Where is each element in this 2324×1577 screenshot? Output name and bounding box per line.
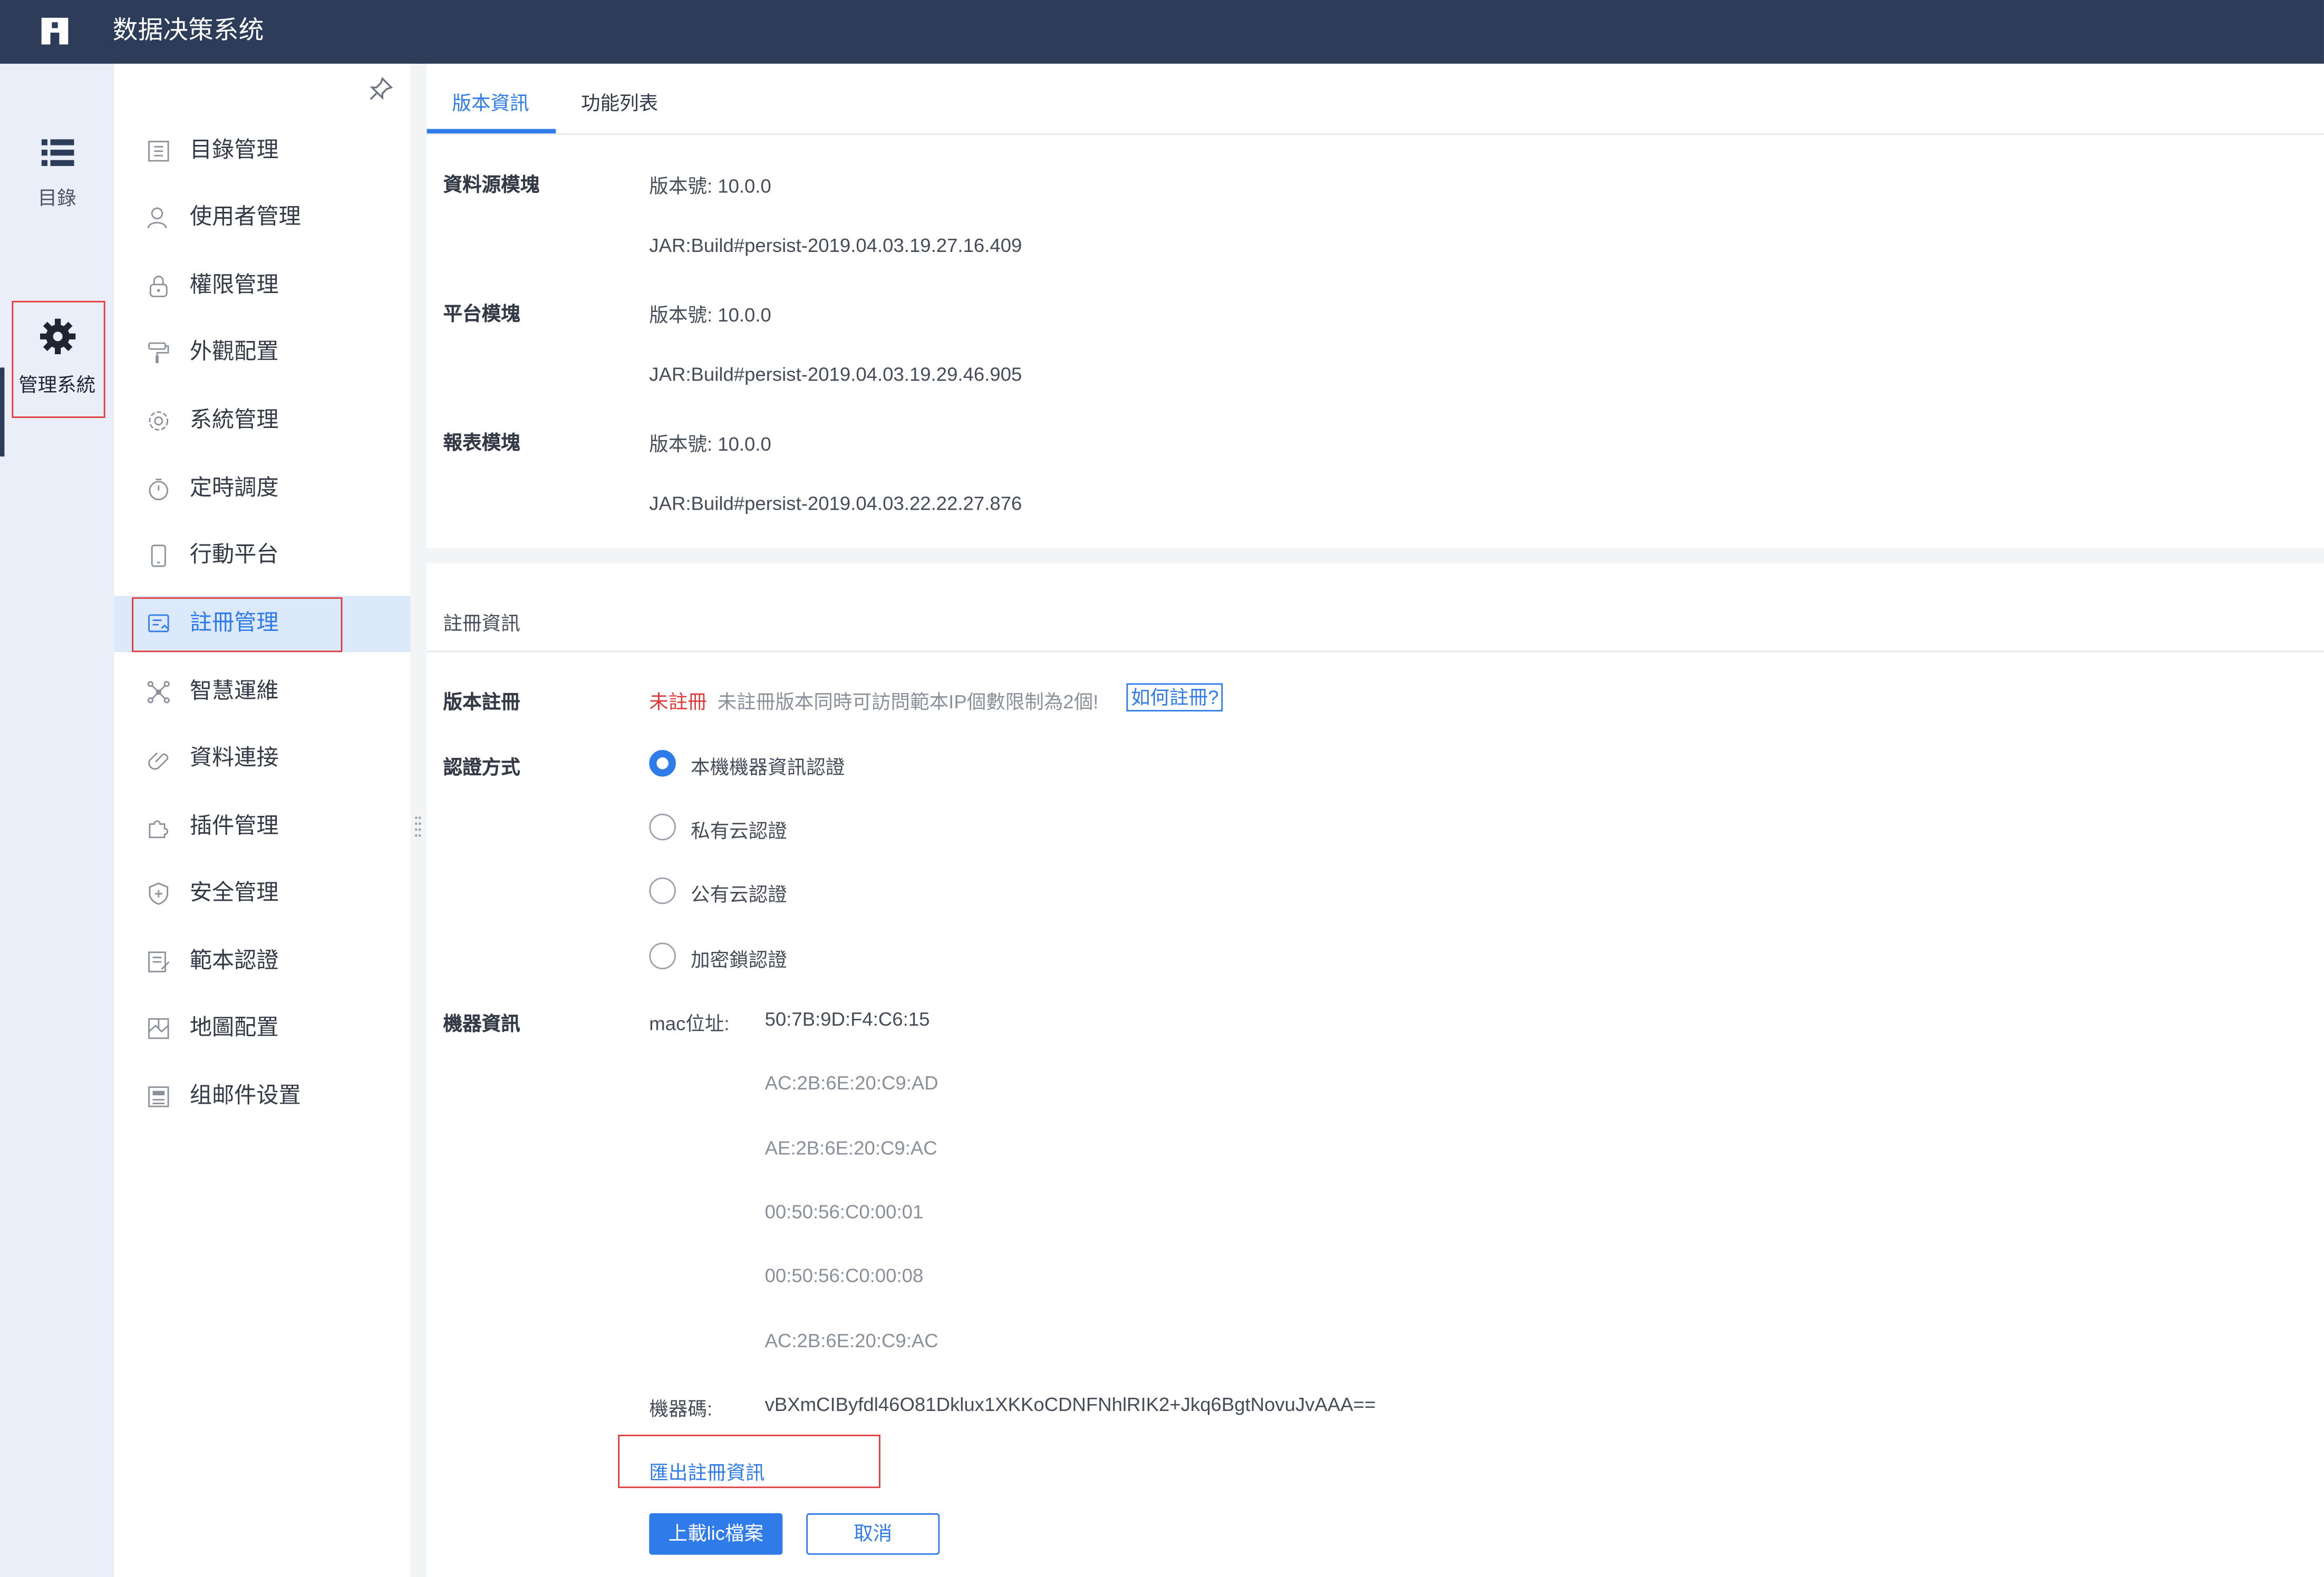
- radio-public-cloud-auth[interactable]: [649, 877, 676, 904]
- sidebar-item-security[interactable]: 安全管理: [114, 865, 410, 922]
- mac-address: 50:7B:9D:F4:C6:15: [764, 1008, 930, 1030]
- radio-label: 本機機器資訊認證: [691, 756, 845, 778]
- version-registration-label: 版本註冊: [443, 690, 520, 713]
- sidebar-item-label: 定時調度: [189, 475, 279, 501]
- timer-icon: [149, 479, 169, 501]
- sidebar-item-label: 權限管理: [189, 272, 279, 298]
- module-version: 版本號: 10.0.0: [649, 433, 771, 455]
- how-to-register-link[interactable]: 如何註冊?: [1126, 683, 1223, 712]
- machine-code-key: 機器碼:: [649, 1397, 713, 1420]
- radio-label: 公有云認證: [691, 883, 787, 906]
- top-bar: 数据决策系统: [0, 0, 2324, 64]
- tab-version-info[interactable]: 版本資訊: [452, 87, 529, 115]
- template-icon: [148, 951, 170, 972]
- machine-info-label: 機器資訊: [443, 1012, 520, 1035]
- icon-rail: 目錄 管理系統: [0, 63, 114, 1577]
- cancel-button[interactable]: 取消: [806, 1513, 940, 1555]
- section-divider: [427, 548, 2324, 563]
- sidebar-item-catalog[interactable]: 目錄管理: [114, 123, 410, 179]
- mail-group-icon: [148, 1086, 169, 1107]
- radio-dongle-auth[interactable]: [649, 942, 676, 970]
- sidebar-item-label: 安全管理: [189, 880, 279, 906]
- main-content: 版本資訊 功能列表 資料源模塊 版本號: 10.0.0 JAR:Build#pe…: [427, 63, 2324, 1577]
- network-icon: [147, 681, 170, 704]
- app-window: 数据决策系统 目錄 管理系統 目錄管理 使用者管理 權限管理 外觀配置 系統管理…: [0, 0, 2324, 1577]
- sidebar-item-label: 行動平台: [189, 542, 279, 568]
- sidebar-item-label: 使用者管理: [189, 205, 301, 230]
- module-version: 版本號: 10.0.0: [649, 304, 771, 326]
- sidebar-item-label: 外觀配置: [189, 339, 279, 365]
- sidebar-item-label: 组邮件设置: [189, 1083, 301, 1109]
- mac-address: 00:50:56:C0:00:08: [764, 1264, 924, 1287]
- catalog-icon: [148, 141, 169, 162]
- module-jar: JAR:Build#persist-2019.04.03.19.29.46.90…: [649, 363, 1022, 386]
- mac-address: 00:50:56:C0:00:01: [764, 1200, 924, 1223]
- highlight-box-admin: [12, 300, 105, 418]
- active-tab-indicator: [427, 129, 556, 134]
- sidebar-item-label: 插件管理: [189, 813, 279, 839]
- sidebar-item-appearance[interactable]: 外觀配置: [114, 325, 410, 381]
- settings-icon: [149, 411, 169, 431]
- tab-feature-list[interactable]: 功能列表: [581, 87, 658, 115]
- plugin-icon: [149, 820, 168, 839]
- app-title: 数据决策系统: [112, 16, 264, 45]
- registration-section-title: 註冊資訊: [443, 612, 520, 635]
- sidebar-item-label: 地圖配置: [189, 1015, 279, 1041]
- module-label: 平台模塊: [443, 302, 520, 325]
- sidebar-item-schedule[interactable]: 定時調度: [114, 461, 410, 518]
- mac-address: AC:2B:6E:20:C9:AC: [764, 1329, 938, 1352]
- mac-address: AE:2B:6E:20:C9:AC: [764, 1136, 937, 1159]
- highlight-box-export: [618, 1435, 880, 1488]
- map-icon: [148, 1018, 169, 1039]
- sidebar-item-map-config[interactable]: 地圖配置: [114, 1000, 410, 1057]
- sidebar-item-smart-ops[interactable]: 智慧運維: [114, 664, 410, 721]
- sidebar-item-mobile[interactable]: 行動平台: [114, 528, 410, 584]
- sidebar-item-plugins[interactable]: 插件管理: [114, 799, 410, 855]
- resize-handle-icon[interactable]: [415, 816, 421, 840]
- module-label: 報表模塊: [443, 431, 520, 454]
- sidebar-item-label: 智慧運維: [189, 678, 279, 704]
- list-icon: [41, 139, 74, 166]
- tab-bar: 版本資訊 功能列表: [427, 64, 2324, 135]
- sidebar-item-permissions[interactable]: 權限管理: [114, 258, 410, 314]
- sidebar-item-template-auth[interactable]: 範本認證: [114, 934, 410, 990]
- rail-item-label: 目錄: [37, 187, 76, 209]
- upload-lic-button[interactable]: 上載lic檔案: [649, 1513, 783, 1555]
- user-icon: [147, 207, 167, 229]
- paint-roller-icon: [148, 342, 169, 363]
- module-label: 資料源模塊: [443, 173, 540, 196]
- module-jar: JAR:Build#persist-2019.04.03.22.22.27.87…: [649, 492, 1022, 514]
- sidebar-item-data-connect[interactable]: 資料連接: [114, 731, 410, 787]
- mac-address-key: mac位址:: [649, 1012, 730, 1035]
- pin-icon[interactable]: [369, 77, 393, 101]
- sidebar-item-users[interactable]: 使用者管理: [114, 190, 410, 246]
- shield-icon: [149, 882, 169, 905]
- radio-label: 私有云認證: [691, 820, 787, 842]
- highlight-box-registration: [132, 597, 343, 653]
- rail-item-catalog[interactable]: 目錄: [0, 138, 114, 211]
- sidebar-item-label: 範本認證: [189, 948, 279, 974]
- radio-private-cloud-auth[interactable]: [649, 813, 676, 841]
- section-line: [427, 650, 2324, 653]
- registration-status: 未註冊: [649, 690, 707, 713]
- auth-method-label: 認證方式: [443, 756, 520, 778]
- sidebar: 目錄管理 使用者管理 權限管理 外觀配置 系統管理 定時調度 行動平台 註冊管理…: [114, 63, 411, 1577]
- module-jar: JAR:Build#persist-2019.04.03.19.27.16.40…: [649, 234, 1022, 257]
- sidebar-item-label: 目錄管理: [189, 138, 279, 163]
- lock-icon: [149, 276, 168, 297]
- sidebar-item-label: 系統管理: [189, 407, 279, 433]
- machine-code: vBXmCIByfdl46O81Dklux1XKKoCDNFNhlRIK2+Jk…: [764, 1393, 1376, 1416]
- app-logo-icon: [41, 17, 69, 45]
- sidebar-item-system[interactable]: 系統管理: [114, 393, 410, 449]
- sidebar-item-label: 資料連接: [189, 745, 279, 771]
- radio-label: 加密鎖認證: [691, 948, 787, 971]
- mobile-icon: [151, 544, 166, 567]
- module-version: 版本號: 10.0.0: [649, 174, 771, 197]
- registration-note: 未註冊版本同時可訪問範本IP個數限制為2個!: [717, 690, 1099, 713]
- radio-local-auth[interactable]: [649, 749, 676, 777]
- mac-address: AC:2B:6E:20:C9:AD: [764, 1072, 938, 1094]
- sidebar-item-mail-group[interactable]: 组邮件设置: [114, 1068, 410, 1125]
- link-icon: [148, 752, 169, 770]
